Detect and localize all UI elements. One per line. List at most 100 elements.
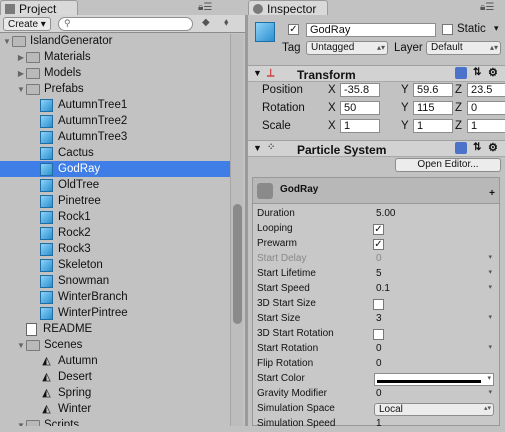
static-dropdown-icon[interactable]: ▾ [494,23,499,34]
tree-item[interactable]: ▼ Scripts [0,417,230,426]
property-value-field[interactable]: 0 ▾ [374,343,494,356]
tab-project[interactable]: Project [0,0,78,16]
tree-item[interactable]: Snowman [0,273,230,289]
tree-item[interactable]: ▶ Materials [0,49,230,65]
property-checkbox[interactable] [373,329,384,340]
tree-item[interactable]: ▼ Prefabs [0,81,230,97]
property-value-field[interactable]: 3 ▾ [374,313,494,326]
property-checkbox[interactable]: ✓ [373,224,384,235]
project-tree: ▼ IslandGenerator ▶ Materials ▶ Models ▼ Prefab… [0,34,230,426]
tree-item[interactable]: ◭ Spring [0,385,230,401]
tree-item[interactable]: ◭ Winter [0,401,230,417]
folder-icon [26,419,40,426]
tag-dropdown[interactable]: Untagged ▴▾ [306,41,388,55]
tree-item[interactable]: GodRay [0,161,230,177]
position-z-field[interactable]: 23.5 [467,83,505,97]
property-value-field[interactable]: 5.00 [374,208,494,221]
tree-item[interactable]: README [0,321,230,337]
object-name-field[interactable]: GodRay [306,23,436,37]
filter-icon[interactable]: ◆ [202,17,210,28]
tree-item[interactable]: Rock2 [0,225,230,241]
preset-icon[interactable]: ⇅ [473,142,481,153]
layer-dropdown[interactable]: Default ▴▾ [426,41,501,55]
tree-item[interactable]: OldTree [0,177,230,193]
scale-x-field[interactable]: 1 [340,119,380,133]
property-value: Local [379,404,403,415]
tree-item[interactable]: Rock3 [0,241,230,257]
transform-title: Transform [297,68,356,82]
lock-icon[interactable]: 🔒︎☰ [198,2,212,13]
expand-arrow-icon[interactable]: ▼ [16,341,26,350]
help-icon[interactable] [455,142,467,154]
open-editor-button[interactable]: Open Editor... [395,158,501,172]
scrollbar-thumb[interactable] [233,204,242,324]
gear-icon[interactable]: ⚙ [488,66,498,79]
tree-item[interactable]: Skeleton [0,257,230,273]
tree-item[interactable]: AutumnTree1 [0,97,230,113]
preset-icon[interactable]: ⇅ [473,67,481,78]
transform-label: Scale [262,120,291,132]
tree-item[interactable]: AutumnTree3 [0,129,230,145]
help-icon[interactable] [455,67,467,79]
property-checkbox[interactable] [373,299,384,310]
color-field[interactable]: ▾ [374,373,494,386]
tree-item[interactable]: ▶ Models [0,65,230,81]
particle-property-row: Start Rotation 0 ▾ [257,342,497,357]
property-value-field[interactable]: 1 [374,418,494,431]
particle-title: Particle System [297,143,387,157]
tree-item[interactable]: Cactus [0,145,230,161]
property-value-field[interactable]: Local ▴▾ [374,403,494,416]
lock-icon-inspector[interactable]: 🔒︎☰ [480,2,494,13]
property-value-field[interactable]: 0 ▾ [374,388,494,401]
expand-arrow-icon[interactable]: ▼ [2,37,12,46]
prefab-icon [40,226,53,240]
expand-arrow-icon[interactable]: ▼ [16,85,26,94]
expand-arrow-icon[interactable]: ▼ [16,421,26,427]
tree-item-label: Pinetree [58,195,101,207]
axis-label: Z [455,102,463,114]
tree-item[interactable]: ▼ Scenes [0,337,230,353]
create-button[interactable]: Create ▾ [3,17,51,31]
particle-property-row: Flip Rotation 0 [257,357,497,372]
active-checkbox[interactable]: ✓ [288,24,299,35]
expand-arrow-icon[interactable]: ▶ [16,53,26,62]
expand-arrow-icon: ▼ [253,143,262,153]
tree-item[interactable]: WinterBranch [0,289,230,305]
tree-item-label: Spring [58,387,92,399]
particle-system-header[interactable]: ▼ ⁘ Particle System ⇅ ⚙ [248,140,505,157]
scale-y-field[interactable]: 1 [413,119,453,133]
module-header[interactable]: GodRay + [253,178,499,204]
scale-z-field[interactable]: 1 [467,119,505,133]
static-checkbox[interactable] [442,24,453,35]
label-icon[interactable]: ⬧ [224,17,229,28]
property-value-field[interactable]: 5 ▾ [374,268,494,281]
property-checkbox[interactable]: ✓ [373,239,384,250]
search-input[interactable]: ⚲ [58,17,193,31]
project-scrollbar[interactable] [230,34,243,426]
gear-icon[interactable]: ⚙ [488,141,498,154]
add-icon[interactable]: + [489,188,495,199]
property-value-field[interactable]: 0.1 ▾ [374,283,494,296]
color-swatch-bar [377,380,481,383]
property-value-field[interactable]: 0 [374,358,494,371]
property-label: Gravity Modifier [257,388,328,399]
dropdown-arrow-icon: ▾ [488,254,492,261]
rotation-y-field[interactable]: 115 [413,101,453,115]
tree-item[interactable]: ◭ Desert [0,369,230,385]
tree-item[interactable]: AutumnTree2 [0,113,230,129]
tree-item-label: Autumn [58,355,98,367]
tree-item[interactable]: Rock1 [0,209,230,225]
tree-item[interactable]: ◭ Autumn [0,353,230,369]
rotation-x-field[interactable]: 50 [340,101,380,115]
position-y-field[interactable]: 59.6 [413,83,453,97]
position-x-field[interactable]: -35.8 [340,83,380,97]
tree-item[interactable]: Pinetree [0,193,230,209]
rotation-z-field[interactable]: 0 [467,101,505,115]
transform-header[interactable]: ▼ ⟂ Transform ⇅ ⚙ [248,65,505,82]
tab-project-label: Project [19,1,57,16]
expand-arrow-icon[interactable]: ▶ [16,69,26,78]
tree-item[interactable]: WinterPintree [0,305,230,321]
tab-inspector[interactable]: Inspector [248,0,328,16]
prefab-icon [40,242,53,256]
tree-item[interactable]: ▼ IslandGenerator [0,34,230,49]
